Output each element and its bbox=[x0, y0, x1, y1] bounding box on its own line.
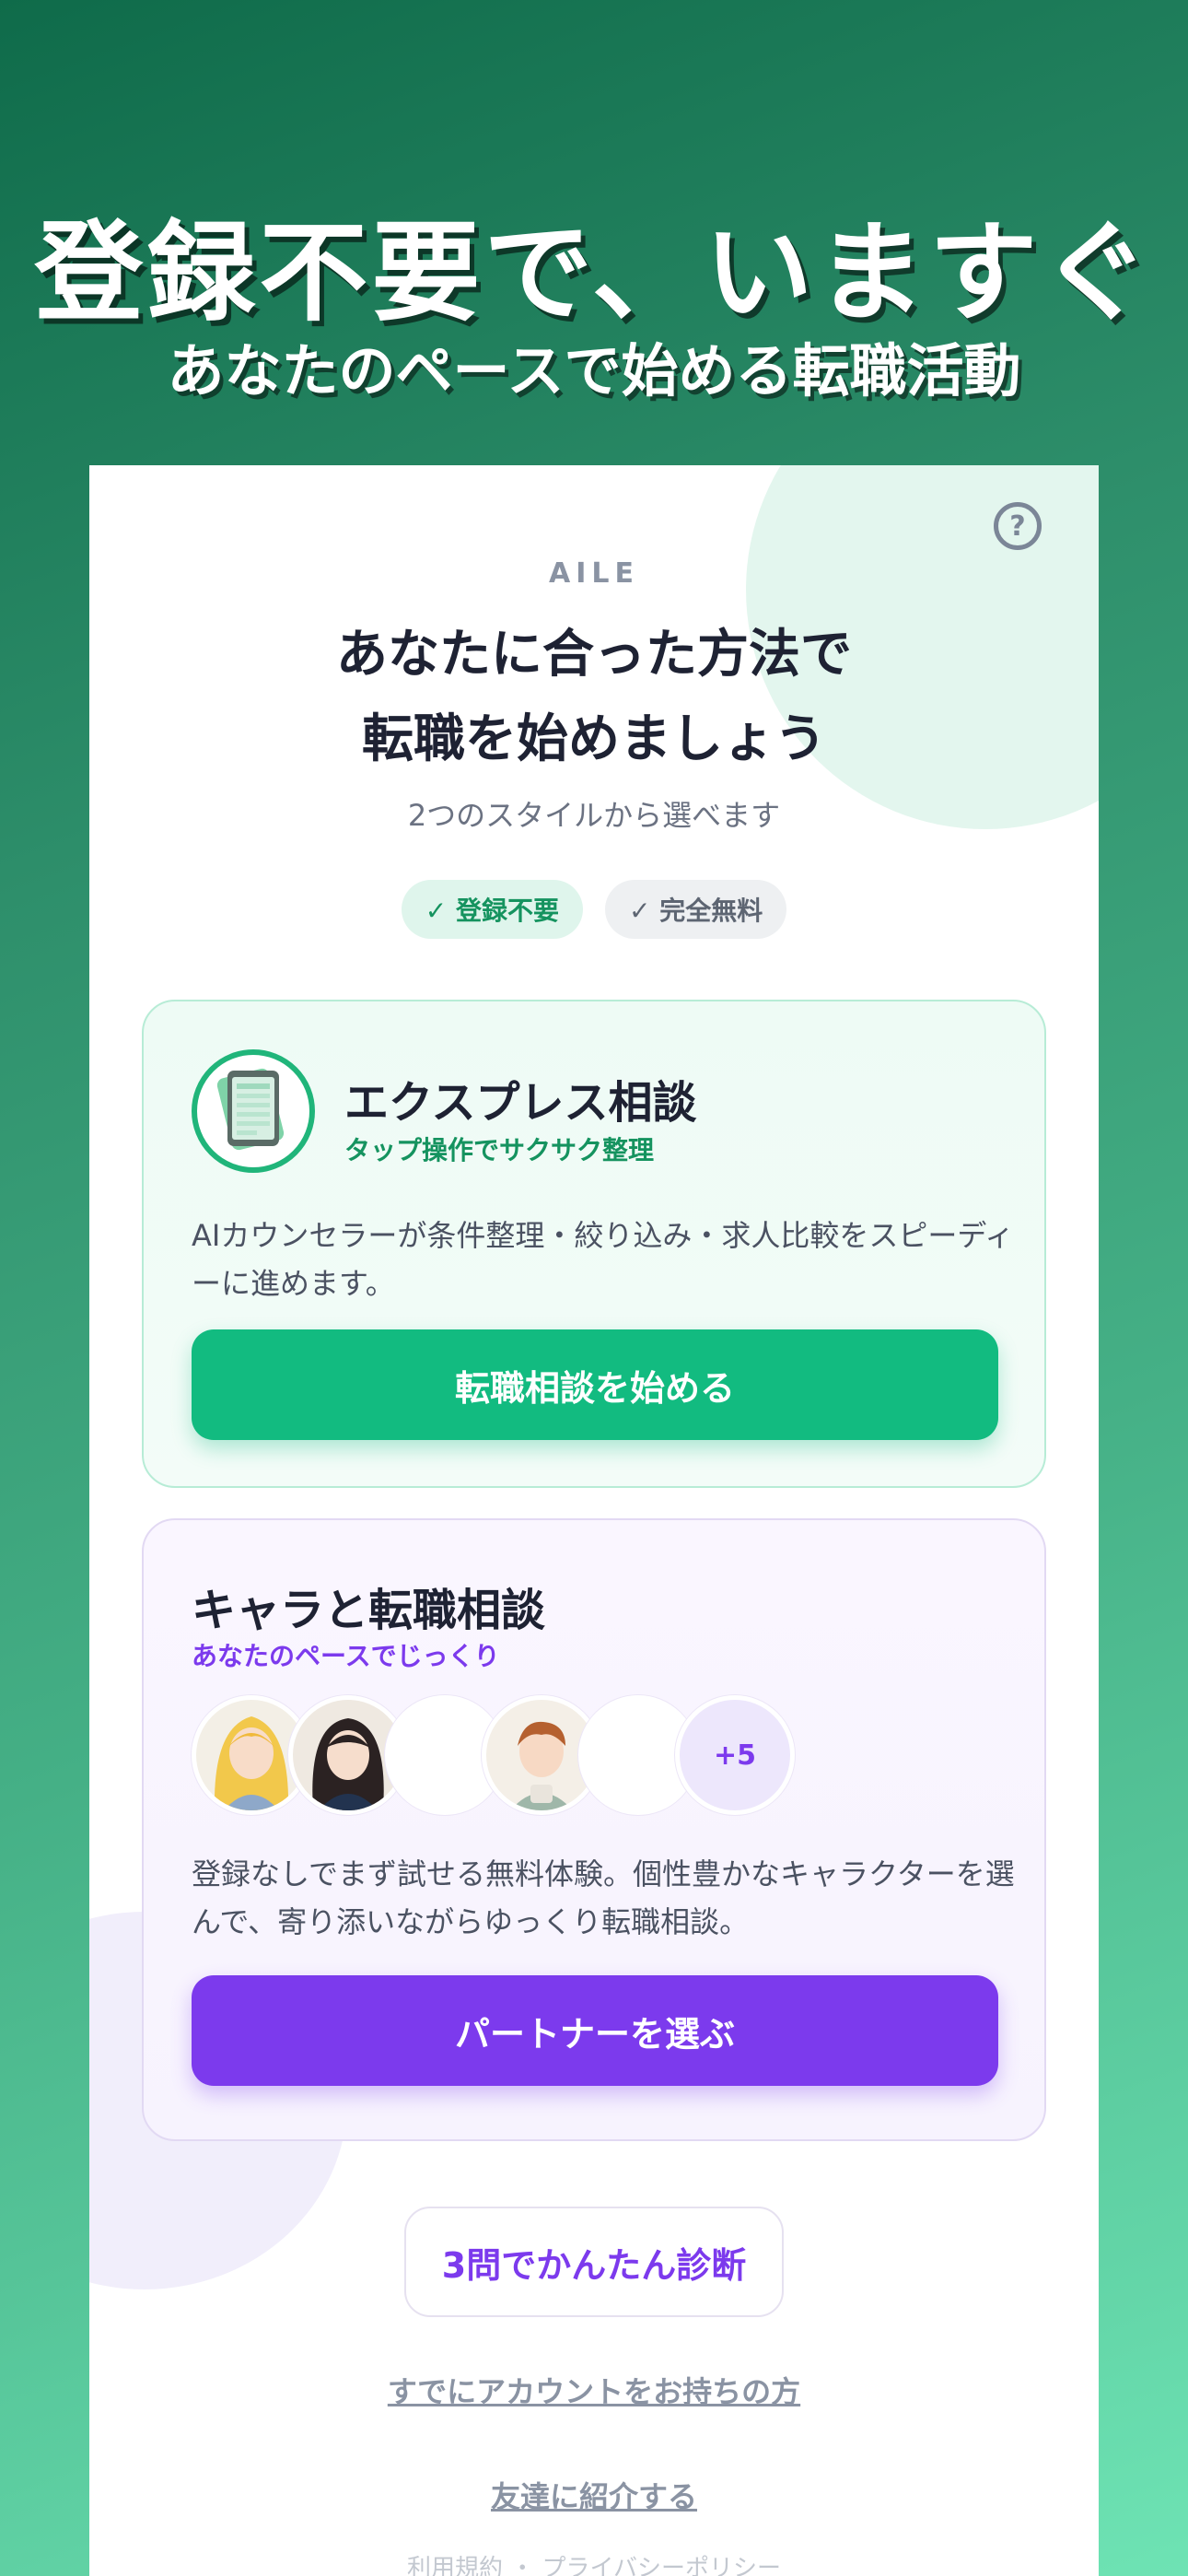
refer-friend-link[interactable]: 友達に紹介する bbox=[89, 2474, 1099, 2516]
choose-partner-button[interactable]: パートナーを選ぶ bbox=[192, 1975, 998, 2086]
brand-label: AILE bbox=[549, 557, 639, 590]
express-title: エクスプレス相談 bbox=[344, 1077, 697, 1129]
help-icon[interactable]: ? bbox=[994, 502, 1042, 550]
hero-subtitle: あなたのペースで始める転職活動 bbox=[167, 337, 1021, 404]
chip-no-registration: ✓ 登録不要 bbox=[401, 880, 583, 939]
express-tagline: タップ操作でサクサク整理 bbox=[344, 1135, 655, 1165]
page-title-line2: 転職を始めましょう bbox=[362, 709, 826, 769]
character-tagline: あなたのペースでじっくり bbox=[192, 1641, 500, 1671]
quick-diagnosis-button[interactable]: 3問でかんたん診断 bbox=[404, 2207, 784, 2317]
start-consultation-button[interactable]: 転職相談を始める bbox=[192, 1329, 998, 1440]
express-option-card[interactable]: エクスプレス相談 タップ操作でサクサク整理 AIカウンセラーが条件整理・絞り込み… bbox=[142, 1000, 1046, 1488]
chip-free: ✓ 完全無料 bbox=[605, 880, 787, 939]
feature-chips: ✓ 登録不要 ✓ 完全無料 bbox=[89, 880, 1099, 939]
page-title-line1: あなたに合った方法で bbox=[336, 625, 852, 685]
page-title: あなたに合った方法で 転職を始めましょう bbox=[89, 613, 1099, 782]
character-title: キャラと転職相談 bbox=[192, 1585, 546, 1636]
tablet-icon bbox=[192, 1049, 315, 1173]
footer-links[interactable]: 利用規約 ・ プライバシーポリシー bbox=[89, 2549, 1099, 2576]
login-link[interactable]: すでにアカウントをお持ちの方 bbox=[89, 2369, 1099, 2411]
page-subtitle: 2つのスタイルから選べます bbox=[407, 798, 781, 833]
hero-title: 登録不要で、いますぐ bbox=[34, 209, 1154, 336]
character-option-card[interactable]: キャラと転職相談 あなたのペースでじっくり +5 登録なしでまず試せる無料体験。… bbox=[142, 1518, 1046, 2141]
main-card: ? AILE あなたに合った方法で 転職を始めましょう 2つのスタイルから選べま… bbox=[89, 465, 1099, 2576]
character-description: 登録なしでまず試せる無料体験。個性豊かなキャラクターを選んで、寄り添いながらゆっ… bbox=[192, 1856, 1015, 1939]
character-avatars: +5 bbox=[192, 1695, 795, 1815]
express-description: AIカウンセラーが条件整理・絞り込み・求人比較をスピーディーに進めます。 bbox=[192, 1218, 1015, 1301]
more-characters-badge[interactable]: +5 bbox=[675, 1695, 795, 1815]
